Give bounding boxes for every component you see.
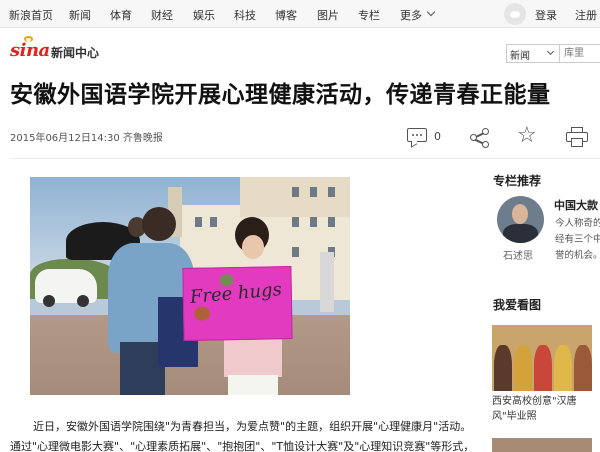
article-paragraph: 通过"心理微电影大赛"、"心理素质拓展"、"抱抱团"、"T恤设计大赛"及"心理知… — [10, 440, 475, 452]
nav-item-ent[interactable]: 娱乐 — [193, 7, 215, 23]
avatar[interactable] — [497, 196, 544, 243]
login-link[interactable]: 登录 — [535, 7, 557, 23]
nav-item-photo[interactable]: 图片 — [317, 7, 339, 23]
article-source[interactable]: 齐鲁晚报 — [123, 133, 163, 144]
column-excerpt-line: 今人称奇的 — [555, 218, 600, 229]
photo-thumbnail[interactable] — [492, 325, 592, 391]
photo-caption[interactable]: 西安高校创意"汉唐 — [492, 392, 577, 407]
photo-caption[interactable]: 风"毕业照 — [492, 407, 537, 422]
author-name[interactable]: 石述思 — [503, 247, 533, 262]
article-meta: 2015年06月12日14:30 齐鲁晚报 — [10, 129, 163, 144]
photos-section-title: 我爱看图 — [493, 298, 542, 312]
column-headline[interactable]: 中国大款 — [554, 197, 598, 213]
print-icon[interactable] — [566, 126, 588, 148]
search-scope-value: 新闻 — [510, 51, 530, 62]
star-icon[interactable]: ☆ — [517, 125, 539, 147]
column-excerpt-line: 誉的机会。 — [555, 250, 600, 261]
column-excerpt-line: 经有三个中 — [555, 234, 600, 245]
nav-item-finance[interactable]: 财经 — [151, 7, 173, 23]
nav-item-blog[interactable]: 博客 — [275, 7, 297, 23]
article-date: 2015年06月12日14:30 — [10, 133, 120, 144]
nav-item-tech[interactable]: 科技 — [234, 7, 256, 23]
logo-eye-icon — [24, 36, 33, 42]
search-input[interactable] — [560, 44, 600, 63]
photo-thumbnail[interactable] — [492, 438, 592, 452]
divider — [10, 158, 600, 159]
chevron-down-icon — [546, 47, 555, 56]
section-label: 新闻中心 — [51, 46, 100, 60]
sign-text: Free hugs — [189, 279, 283, 308]
nav-item-news[interactable]: 新闻 — [69, 7, 91, 23]
nav-item-column[interactable]: 专栏 — [358, 7, 380, 23]
nav-item-more[interactable]: 更多 — [400, 7, 422, 23]
nav-item-home[interactable]: 新浪首页 — [9, 7, 53, 23]
chevron-down-icon[interactable] — [426, 7, 436, 17]
top-nav: 新浪首页 新闻 体育 财经 娱乐 科技 博客 图片 专栏 更多 登录 注册 — [0, 0, 600, 28]
free-hugs-sign: Free hugs — [182, 266, 293, 341]
column-recommend-title: 专栏推荐 — [493, 174, 542, 188]
comment-icon[interactable] — [406, 126, 428, 148]
logo-text: sina — [10, 40, 50, 61]
article-title: 安徽外国语学院开展心理健康活动，传递青春正能量 — [10, 81, 551, 108]
comment-count[interactable]: 0 — [434, 130, 441, 143]
share-icon[interactable] — [468, 126, 490, 148]
weibo-icon[interactable] — [504, 3, 526, 25]
nav-item-sports[interactable]: 体育 — [110, 7, 132, 23]
article-photo[interactable]: Free hugs — [30, 177, 350, 395]
register-link[interactable]: 注册 — [575, 7, 597, 23]
search-scope-select[interactable]: 新闻 — [506, 44, 560, 63]
article-paragraph: 近日，安徽外国语学院围绕"为青春担当，为爱点赞"的主题，组织开展"心理健康月"活… — [33, 420, 472, 433]
